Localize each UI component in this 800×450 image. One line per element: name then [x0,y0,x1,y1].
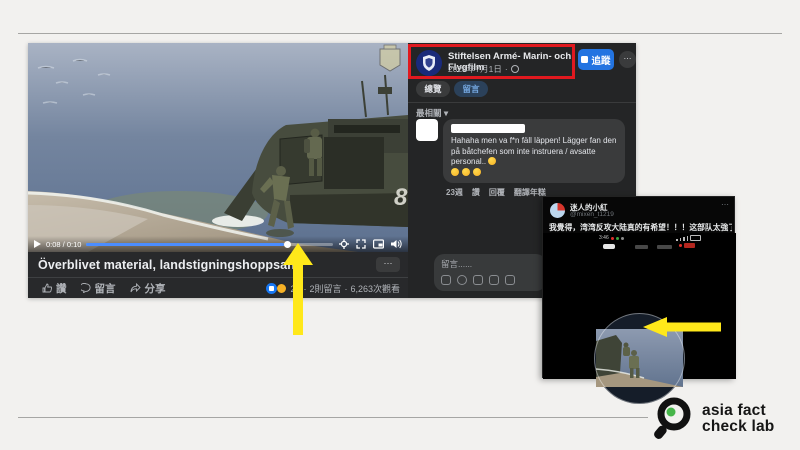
status-time: 3:46 [599,235,609,241]
tab-comments[interactable]: 留言 [454,81,488,97]
sticker-icon[interactable] [505,275,515,285]
phone-status-bar: 3:46 [599,235,624,241]
post-action-bar: 讚 留言 分享 20 · 2則留言 · 6,263次觀看 [28,277,408,298]
globe-privacy-icon [511,65,519,73]
comment-button[interactable]: 留言 [81,281,116,296]
play-icon[interactable] [34,240,41,248]
live-label-blur [684,243,695,248]
hull-number: 8 [394,184,408,211]
video-player[interactable]: 8 [28,43,408,298]
stats-separator: · [344,284,347,294]
x-user-handle: @mixen_t1219 [570,211,614,218]
thumbs-up-icon [42,283,52,293]
counter-blur [635,245,648,249]
magnifier-logo-icon [648,395,694,443]
recording-dot-icon [611,237,614,240]
post-more-button[interactable]: ⋯ [619,51,636,68]
photo-icon[interactable] [441,275,451,285]
page-avatar[interactable] [416,50,442,76]
comment-bubble-icon [81,283,91,293]
armed-forces-watermark-icon [380,45,400,71]
toolbar-pill [603,244,615,249]
sweat-smile-emoji-icon [462,168,470,176]
follow-icon [581,56,588,63]
emoji-icon[interactable] [457,275,467,285]
brand-wordmark: asia fact check lab [702,403,774,436]
commenter-name-blurred [451,124,525,133]
video-time: 0:08 / 0:10 [46,240,81,249]
comment-footer: 23週 讚 回覆 翻譯年糕 [446,187,546,198]
counter-blur [657,245,672,249]
like-button[interactable]: 讚 [42,281,67,296]
commenter-avatar-blurred[interactable] [416,119,438,141]
battery-icon [690,235,701,241]
picture-in-picture-icon[interactable] [373,239,384,249]
comment-count[interactable]: 2則留言 [309,282,341,295]
share-arrow-icon [130,283,141,293]
annotation-arrow-up [282,243,314,335]
comment-like-link[interactable]: 讚 [472,187,480,198]
settings-gear-icon[interactable] [339,239,349,249]
x-more-button[interactable]: ⋯ [721,200,729,209]
comment-label: 留言 [95,281,116,296]
follow-label: 追蹤 [591,53,610,67]
asia-fact-check-lab-logo: asia fact check lab [648,395,774,443]
comment-composer[interactable]: 留言...... [434,254,546,291]
video-title-bar: Överblivet material, landstigningshoppsa… [28,252,408,277]
bottom-divider [18,417,648,418]
view-count: 6,263次觀看 [350,282,400,295]
camera-icon[interactable] [489,275,499,285]
panel-divider [408,102,636,103]
x-post-text: 我覺得，湾湾反攻大陆真的有希望！！！这部队太強了！！！ [549,222,732,233]
x-post-screenshot: 迷人的小紅 @mixen_t1219 ⋯ 我覺得，湾湾反攻大陆真的有希望！！！这… [542,196,735,378]
rofl-emoji-icon [451,168,459,176]
follow-button[interactable]: 追蹤 [578,49,614,70]
tab-overview[interactable]: 總覽 [416,81,450,97]
share-button[interactable]: 分享 [130,281,166,296]
live-badge [679,243,695,248]
fact-check-graphic: 8 [0,0,800,450]
video-frame-landing-craft-scene: 8 [28,43,408,252]
status-dot-icon [616,237,619,240]
live-dot-icon [679,244,682,247]
progress-fill [86,243,283,246]
comment-text-content: Hahaha men va f*n fäll läppen! Lägger fa… [451,136,616,166]
comment-bubble: Hahaha men va f*n fäll läppen! Lägger fa… [443,119,625,183]
brand-line-2: check lab [702,419,774,436]
composer-placeholder: 留言...... [441,258,539,270]
fullscreen-icon[interactable] [356,239,366,249]
x-user-avatar[interactable] [550,203,565,218]
top-divider [18,33,782,34]
like-reaction-icon [266,283,277,294]
annotation-arrow-left [643,317,721,337]
post-date[interactable]: 2024年7月1日 · [448,63,519,75]
sweat-smile-emoji-icon [488,157,496,165]
like-label: 讚 [56,281,67,296]
sort-dropdown[interactable]: 最相關 ▾ [416,107,448,119]
comment-age: 23週 [446,187,463,198]
share-label: 分享 [145,281,166,296]
video-title: Överblivet material, landstigningshoppsa… [28,258,295,272]
video-more-button[interactable]: ⋯ [376,257,400,272]
video-controls[interactable]: 0:08 / 0:10 [28,236,408,252]
signal-battery-icons [676,235,701,241]
comment-reply-link[interactable]: 回覆 [489,187,505,198]
post-date-text: 2024年7月1日 [448,63,502,75]
status-dot-icon [621,237,624,240]
x-embedded-video[interactable]: 3:46 [543,233,736,379]
comment-text: Hahaha men va f*n fäll läppen! Lägger fa… [451,136,617,178]
rofl-emoji-icon [473,168,481,176]
brand-line-1: asia fact [702,403,774,420]
gif-icon[interactable] [473,275,483,285]
volume-icon[interactable] [391,239,402,249]
